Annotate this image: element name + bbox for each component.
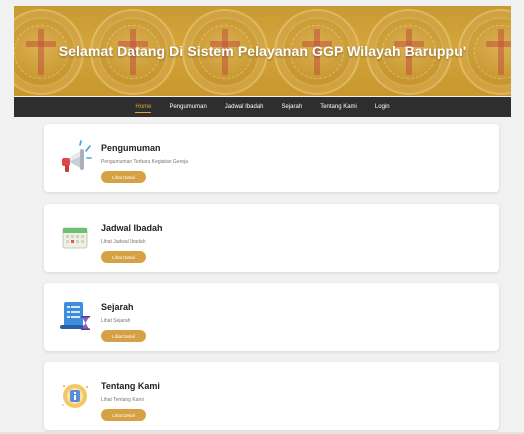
card-sejarah: Sejarah Lihat Sejarah Lihat Detail [44,283,499,351]
calendar-icon [58,220,92,254]
card-description: Lihat Jadwal Ibadah [101,239,146,245]
card-pengumuman: Pengumuman Pengumuman Terbaru Kegiatan G… [44,124,499,192]
nav-item-jadwal-ibadah[interactable]: Jadwal Ibadah [216,97,273,117]
nav-item-home[interactable]: Home [126,97,160,117]
header-banner: Selamat Datang Di Sistem Pelayanan GGP W… [14,6,511,96]
banner-title: Selamat Datang Di Sistem Pelayanan GGP W… [58,43,467,59]
card-title: Jadwal Ibadah [101,223,163,233]
card-description: Lihat Tentang Kami [101,397,144,403]
card-title: Sejarah [101,302,134,312]
card-jadwal-ibadah: Jadwal Ibadah Lihat Jadwal Ibadah Lihat … [44,204,499,272]
lihat-detail-button[interactable]: Lihat Detail [101,171,146,183]
lihat-detail-button[interactable]: Lihat Detail [101,330,146,342]
card-tentang-kami: Tentang Kami Lihat Tentang Kami Lihat De… [44,362,499,430]
card-title: Pengumuman [101,143,161,153]
page: Selamat Datang Di Sistem Pelayanan GGP W… [0,0,524,434]
nav-item-pengumuman[interactable]: Pengumuman [160,97,215,117]
nav-item-tentang-kami[interactable]: Tentang Kami [311,97,366,117]
nav-item-login[interactable]: Login [366,97,399,117]
card-title: Tentang Kami [101,381,160,391]
card-description: Pengumuman Terbaru Kegiatan Gereja [101,159,188,165]
info-icon [58,378,92,412]
history-scroll-icon [58,299,92,333]
lihat-detail-button[interactable]: Lihat Detail [101,409,146,421]
main-nav: Home Pengumuman Jadwal Ibadah Sejarah Te… [14,97,511,117]
megaphone-icon [58,140,92,174]
lihat-detail-button[interactable]: Lihat Detail [101,251,146,263]
nav-item-sejarah[interactable]: Sejarah [273,97,312,117]
card-description: Lihat Sejarah [101,318,131,324]
